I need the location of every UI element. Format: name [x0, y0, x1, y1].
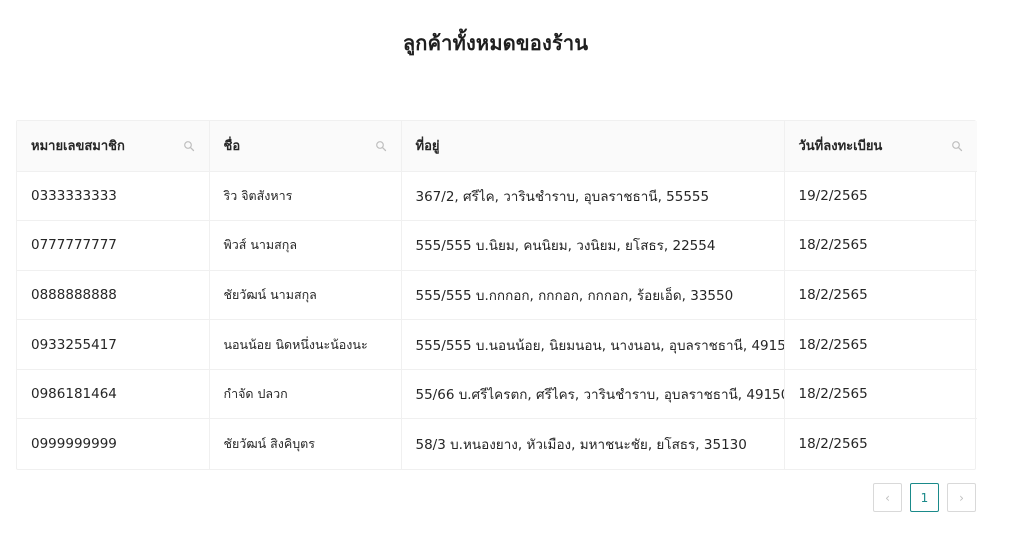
column-label: วันที่ลงทะเบียน	[798, 139, 883, 155]
table-row[interactable]: 0933255417 นอนน้อย นิดหนึ่งนะน้องนะ 555/…	[17, 319, 977, 370]
column-header-name[interactable]: ชื่อ	[209, 121, 402, 172]
name-cell: กำจัด ปลวก	[209, 369, 402, 420]
date-cell: 18/2/2565	[784, 369, 977, 420]
address-cell: 555/555 บ.นอนน้อย, นิยมนอน, นางนอน, อุบล…	[401, 319, 785, 370]
table-row[interactable]: 0777777777 พิวส์ นามสกุล 555/555 บ.นิยม,…	[17, 220, 977, 271]
column-header-member-id[interactable]: หมายเลขสมาชิก	[17, 121, 210, 172]
prev-page-button[interactable]: ‹	[873, 483, 902, 512]
column-label: ที่อยู่	[415, 139, 440, 155]
member-id-cell: 0333333333	[17, 171, 210, 222]
member-id-cell: 0999999999	[17, 418, 210, 469]
table-row[interactable]: 0888888888 ชัยวัฒน์ นามสกุล 555/555 บ.กก…	[17, 270, 977, 321]
date-cell: 18/2/2565	[798, 436, 868, 453]
table-header-row: หมายเลขสมาชิก ชื่อ ที่อยู่ วันที่ลงทะเบี…	[17, 121, 977, 172]
member-id-cell: 0777777777	[17, 220, 210, 271]
search-icon[interactable]	[183, 140, 195, 152]
customers-table: หมายเลขสมาชิก ชื่อ ที่อยู่ วันที่ลงทะเบี…	[16, 120, 977, 470]
name-cell: ชัยวัฒน์ สิงคิบุตร	[209, 418, 402, 469]
address-cell: 555/555 บ.กกกอก, กกกอก, กกกอก, ร้อยเอ็ด,…	[401, 270, 785, 321]
date-cell: 18/2/2565	[784, 220, 977, 271]
page-button-1[interactable]: 1	[910, 483, 939, 512]
column-label: หมายเลขสมาชิก	[31, 139, 125, 155]
address-cell: 55/66 บ.ศรีไครตก, ศรีไคร, วารินชำราบ, อุ…	[401, 369, 785, 420]
date-cell: 18/2/2565	[784, 319, 977, 370]
address-cell: 555/555 บ.นิยม, คนนิยม, วงนิยม, ยโสธร, 2…	[401, 220, 785, 271]
name-cell: ชัยวัฒน์ นามสกุล	[209, 270, 402, 321]
date-cell: 19/2/2565	[784, 171, 977, 222]
chevron-right-icon: ›	[959, 490, 964, 505]
search-icon[interactable]	[951, 140, 963, 152]
chevron-left-icon: ‹	[885, 490, 890, 505]
member-id-cell: 0933255417	[17, 319, 210, 370]
name-cell: นอนน้อย นิดหนึ่งนะน้องนะ	[209, 319, 402, 370]
table-row[interactable]: 0999999999 ชัยวัฒน์ สิงคิบุตร 58/3 บ.หนอ…	[17, 418, 977, 469]
page-title: ลูกค้าทั้งหมดของร้าน	[402, 31, 589, 55]
column-header-address: ที่อยู่	[401, 121, 785, 172]
member-id-cell: 0888888888	[17, 270, 210, 321]
next-page-button[interactable]: ›	[947, 483, 976, 512]
search-icon[interactable]	[375, 140, 387, 152]
table-row[interactable]: 0986181464 กำจัด ปลวก 55/66 บ.ศรีไครตก, …	[17, 369, 977, 420]
page-number: 1	[920, 490, 929, 505]
pagination: ‹ 1 ›	[873, 483, 976, 512]
member-id-cell: 0986181464	[17, 369, 210, 420]
address-cell: 367/2, ศรีไค, วารินชำราบ, อุบลราชธานี, 5…	[401, 171, 785, 222]
name-cell: พิวส์ นามสกุล	[209, 220, 402, 271]
column-label: ชื่อ	[223, 139, 241, 155]
table-row[interactable]: 0333333333 ริว จิตสังหาร 367/2, ศรีไค, ว…	[17, 171, 977, 222]
date-cell: 18/2/2565	[784, 270, 977, 321]
address-cell: 58/3 บ.หนองยาง, หัวเมือง, มหาชนะชัย, ยโส…	[401, 418, 785, 469]
name-cell: ริว จิตสังหาร	[209, 171, 402, 222]
column-header-date[interactable]: วันที่ลงทะเบียน	[784, 121, 977, 172]
